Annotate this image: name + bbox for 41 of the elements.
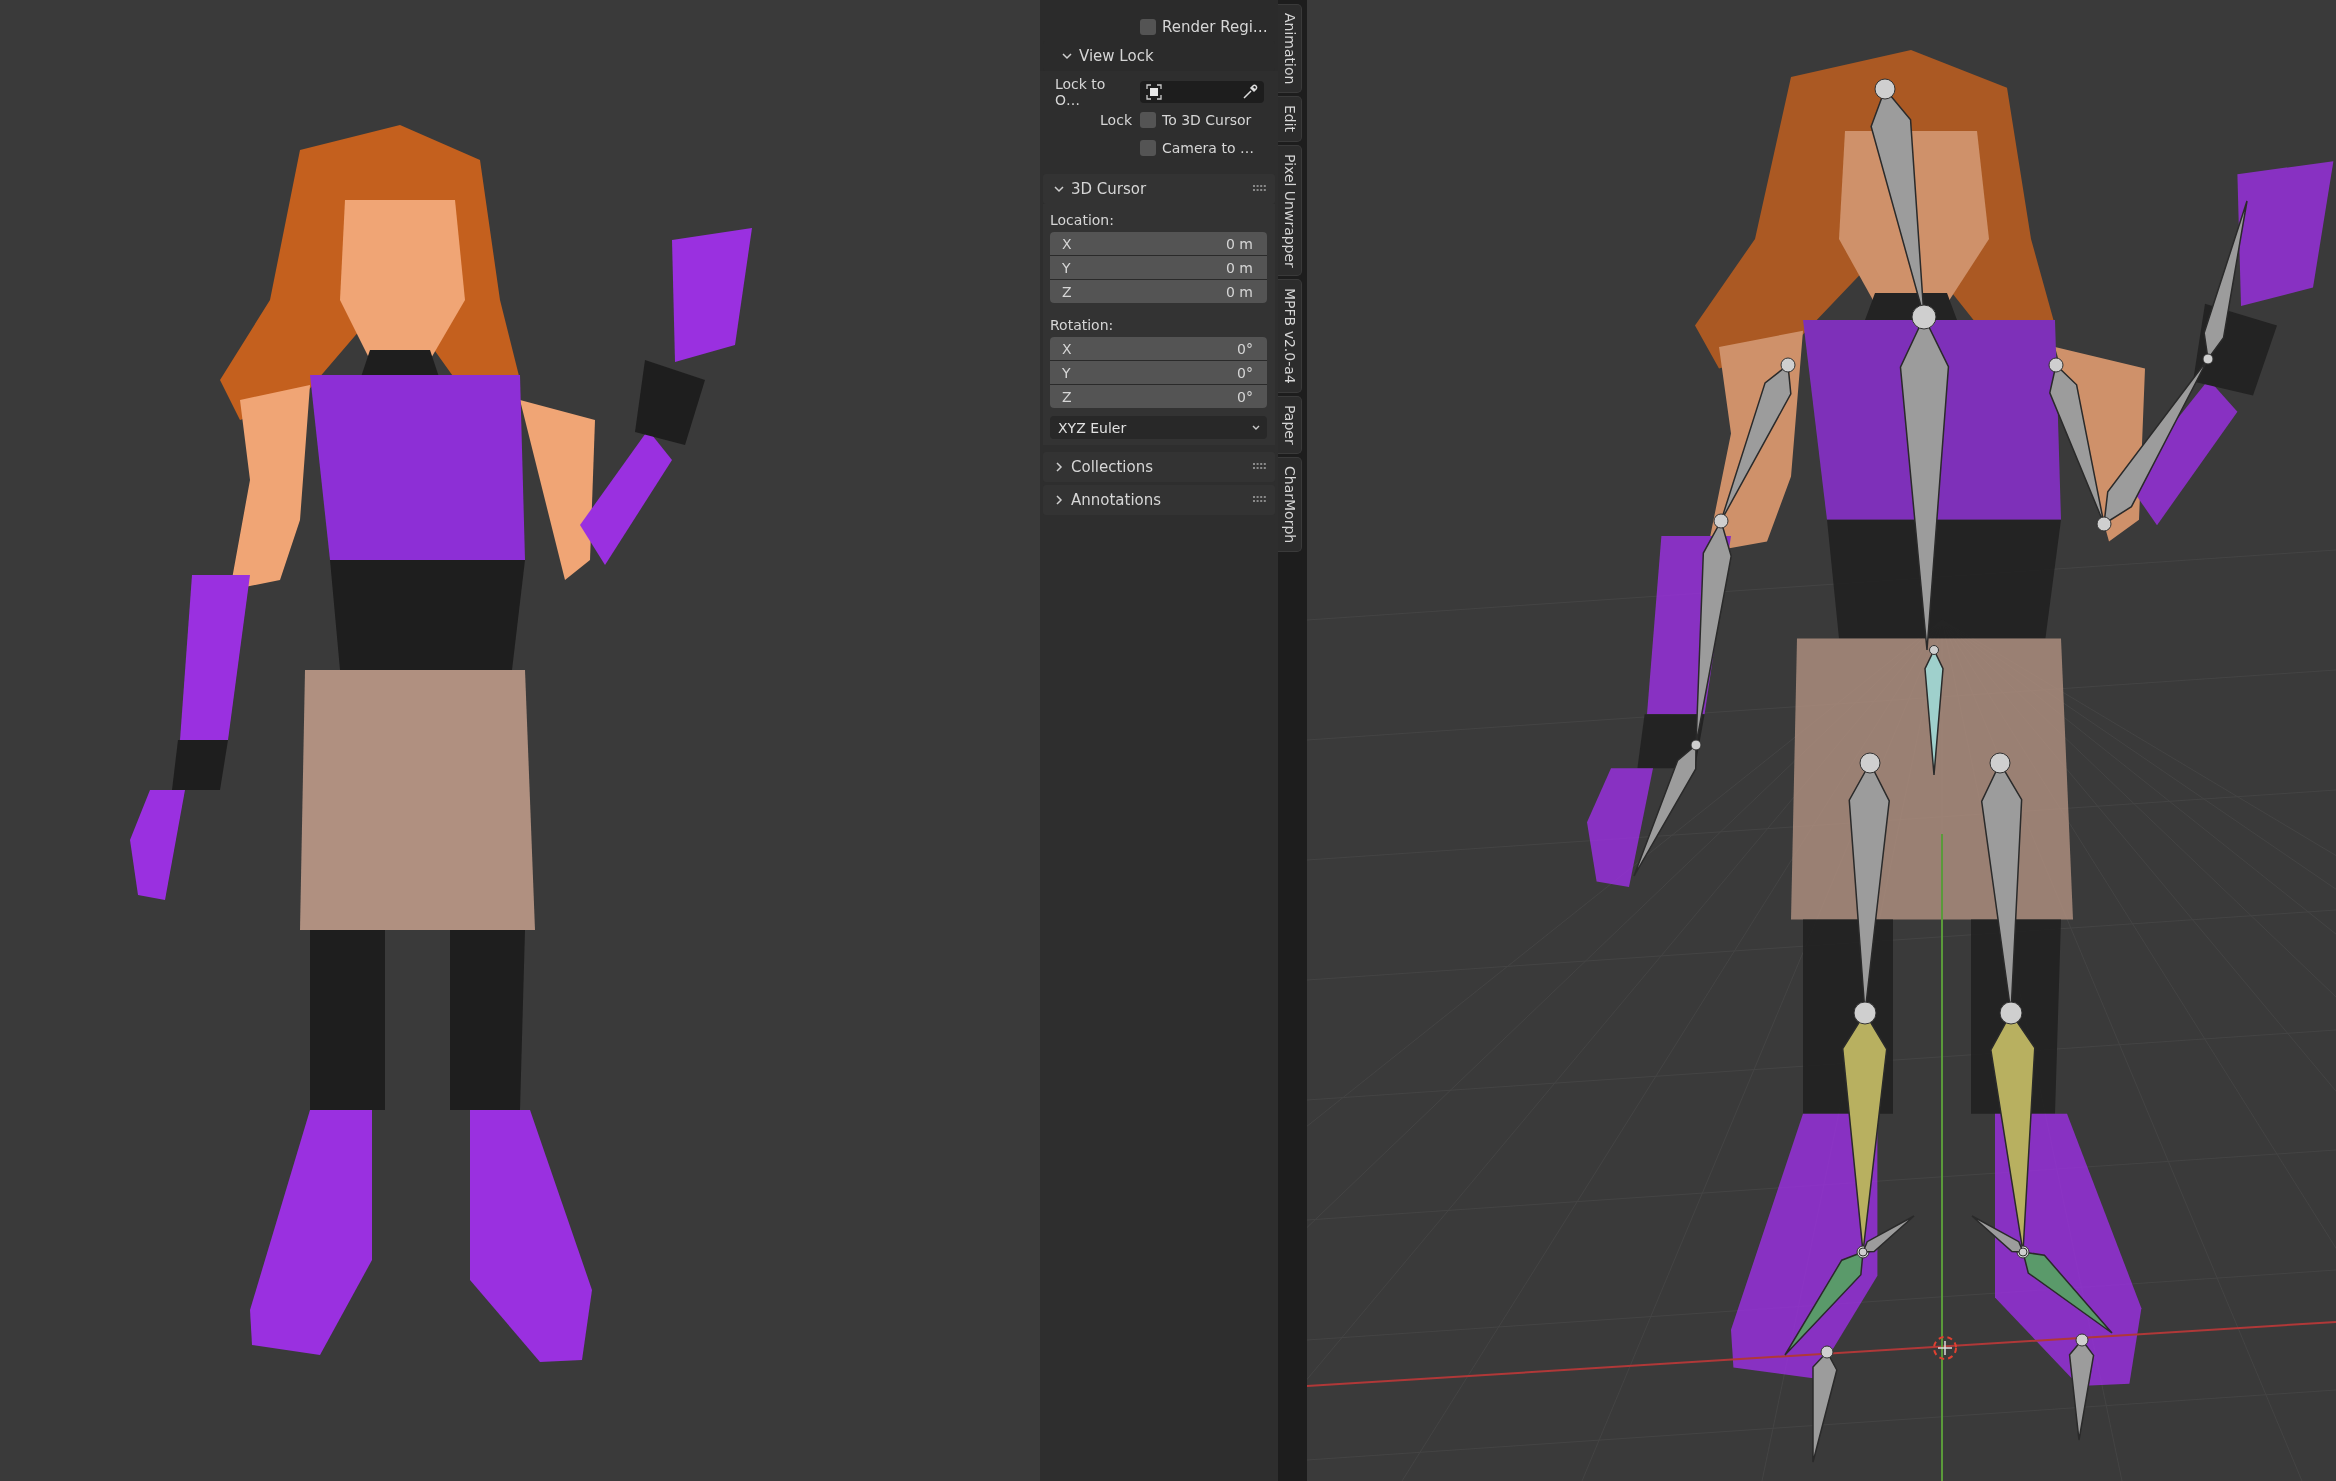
sidebar-tab[interactable]: Animation xyxy=(1278,4,1302,94)
sidebar-tab[interactable]: Paper xyxy=(1278,396,1302,454)
sidebar-tab[interactable]: MPFB v2.0-a4 xyxy=(1278,279,1302,394)
number-field[interactable]: X 0° xyxy=(1050,337,1267,360)
dropdown[interactable]: XYZ Euler xyxy=(1050,416,1267,439)
drag-handle-icon[interactable] xyxy=(1253,463,1267,471)
checkbox-label: To 3D Cursor xyxy=(1162,111,1252,128)
chevron-down-icon xyxy=(1061,50,1073,62)
panel-header[interactable]: Annotations xyxy=(1043,485,1275,515)
panel-title: View Lock xyxy=(1079,47,1155,65)
checkbox[interactable] xyxy=(1140,139,1156,156)
sidebar-tab[interactable]: Pixel Unwrapper xyxy=(1278,144,1302,277)
object-icon xyxy=(1146,83,1162,100)
checkbox-label: Render Regi… xyxy=(1162,17,1268,36)
checkbox[interactable] xyxy=(1140,111,1156,128)
eyedropper-icon[interactable] xyxy=(1242,83,1258,100)
sidebar-tab[interactable]: CharMorph xyxy=(1278,456,1302,552)
checkbox-label: Camera to … xyxy=(1162,139,1254,156)
panel-title: Collections xyxy=(1071,458,1154,476)
checkbox[interactable] xyxy=(1140,18,1156,35)
section-label: Location: xyxy=(1050,211,1115,230)
chevron-down-icon xyxy=(1053,183,1065,195)
chevron-right-icon xyxy=(1053,461,1065,473)
sidebar-tab[interactable]: Edit xyxy=(1278,96,1302,142)
number-field[interactable]: Y 0° xyxy=(1050,361,1267,384)
crosshair-icon xyxy=(1933,1336,1957,1360)
drag-handle-icon[interactable] xyxy=(1253,496,1267,504)
panel-title: Annotations xyxy=(1071,491,1163,509)
drag-handle-icon[interactable] xyxy=(1253,185,1267,193)
number-field[interactable]: X 0 m xyxy=(1050,232,1267,255)
chevron-right-icon xyxy=(1053,494,1065,506)
panel-header[interactable]: Collections xyxy=(1043,452,1275,482)
field-label: Lock to O… xyxy=(1055,75,1107,108)
number-field[interactable]: Z 0° xyxy=(1050,385,1267,408)
number-field[interactable]: Z 0 m xyxy=(1050,280,1267,303)
section-label: Rotation: xyxy=(1050,316,1115,335)
field-label: Lock xyxy=(1100,111,1132,128)
object-field[interactable] xyxy=(1140,80,1264,103)
panel-title: 3D Cursor xyxy=(1071,180,1148,198)
number-field[interactable]: Y 0 m xyxy=(1050,256,1267,279)
panel-header[interactable]: 3D Cursor xyxy=(1043,174,1275,204)
